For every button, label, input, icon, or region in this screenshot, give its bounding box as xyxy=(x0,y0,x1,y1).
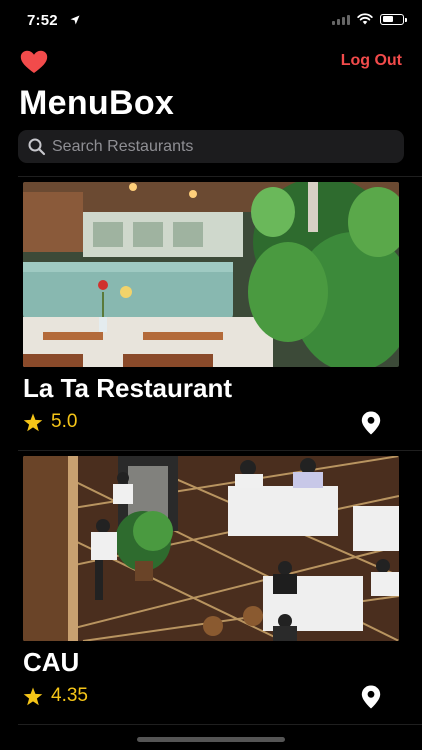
divider xyxy=(18,450,422,451)
restaurant-card[interactable]: La Ta Restaurant 5.0 xyxy=(0,182,422,450)
restaurant-card[interactable]: CAU 4.35 xyxy=(0,456,422,724)
location-arrow-icon xyxy=(70,15,80,25)
wifi-icon xyxy=(357,13,373,25)
status-icons xyxy=(332,13,407,25)
rating-value: 5.0 xyxy=(51,411,78,432)
heart-icon[interactable] xyxy=(20,50,48,74)
search-icon xyxy=(28,138,46,156)
restaurant-rating: 5.0 xyxy=(23,411,77,433)
status-time: 7:52 xyxy=(27,12,58,29)
search-input[interactable] xyxy=(52,130,392,163)
restaurant-rating: 4.35 xyxy=(23,685,88,707)
logout-button[interactable]: Log Out xyxy=(341,52,402,70)
battery-level xyxy=(382,16,394,22)
restaurant-photo xyxy=(23,182,399,367)
restaurant-name: La Ta Restaurant xyxy=(23,373,233,403)
status-bar: 7:52 xyxy=(0,0,422,42)
map-pin-icon[interactable] xyxy=(361,685,381,709)
page-title: MenuBox xyxy=(19,84,175,122)
restaurant-photo xyxy=(23,456,399,641)
map-pin-icon[interactable] xyxy=(361,411,381,435)
signal-icon xyxy=(332,14,350,25)
star-icon xyxy=(23,413,43,431)
rating-value: 4.35 xyxy=(51,685,88,706)
divider xyxy=(18,176,422,177)
restaurant-name: CAU xyxy=(23,647,80,677)
divider xyxy=(18,724,422,725)
home-indicator[interactable] xyxy=(137,737,285,742)
star-icon xyxy=(23,687,43,705)
battery-icon xyxy=(380,13,407,25)
search-bar[interactable] xyxy=(18,130,404,163)
